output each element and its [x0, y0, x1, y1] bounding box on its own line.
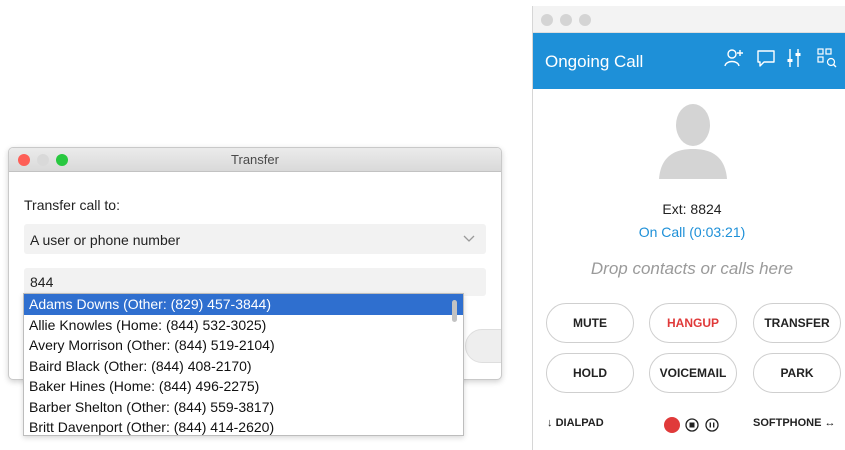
transfer-titlebar: Transfer	[9, 148, 501, 172]
transfer-button[interactable]: TRANSFER	[753, 303, 841, 343]
suggestion-item[interactable]: Baird Black (Other: (844) 408-2170)	[24, 356, 463, 377]
dialpad-toggle[interactable]: ↓ DIALPAD	[547, 417, 604, 429]
record-icon	[664, 417, 680, 433]
transfer-prompt: Transfer call to:	[24, 197, 120, 213]
suggestion-item[interactable]: Adams Downs (Other: (829) 457-3844)	[24, 294, 463, 315]
suggestion-item[interactable]: Avery Morrison (Other: (844) 519-2104)	[24, 335, 463, 356]
transfer-title: Transfer	[231, 152, 279, 167]
transfer-target-select[interactable]: A user or phone number	[24, 224, 486, 254]
call-status: On Call (0:03:21)	[638, 224, 746, 240]
suggestion-scrollbar[interactable]	[452, 300, 457, 322]
recording-controls	[664, 417, 719, 433]
pause-icon	[705, 418, 719, 432]
chat-icon[interactable]	[755, 47, 777, 69]
arrow-down-icon: ↓	[547, 417, 553, 429]
minimize-window-button[interactable]	[560, 14, 572, 26]
softphone-toggle[interactable]: SOFTPHONE ↔	[753, 417, 836, 429]
suggestion-item[interactable]: Baker Hines (Home: (844) 496-2275)	[24, 376, 463, 397]
drop-zone-hint[interactable]: Drop contacts or calls here	[533, 259, 845, 279]
close-window-button[interactable]	[541, 14, 553, 26]
call-header: Ongoing Call	[533, 33, 845, 89]
hold-button[interactable]: HOLD	[546, 353, 634, 393]
add-contact-icon[interactable]	[723, 47, 745, 69]
call-panel: Ongoing Call Ext: 8824 On Call (0:03:21)…	[532, 6, 845, 450]
mixer-icon[interactable]	[786, 47, 802, 69]
park-button[interactable]: PARK	[753, 353, 841, 393]
dialpad-label: DIALPAD	[555, 417, 604, 429]
suggestion-item[interactable]: Britt Davenport (Other: (844) 414-2620)	[24, 417, 463, 435]
softphone-label: SOFTPHONE	[753, 417, 822, 429]
swap-arrows-icon: ↔	[824, 417, 836, 429]
call-extension: Ext: 8824	[662, 201, 722, 217]
chevron-down-icon	[463, 235, 475, 242]
suggestion-item[interactable]: Allie Knowles (Home: (844) 532-3025)	[24, 315, 463, 336]
hangup-button[interactable]: HANGUP	[649, 303, 737, 343]
avatar	[659, 104, 727, 179]
call-title: Ongoing Call	[545, 52, 644, 71]
suggestion-item[interactable]: Barber Shelton (Other: (844) 559-3817)	[24, 397, 463, 418]
transfer-target-value: A user or phone number	[30, 232, 181, 248]
mute-button[interactable]: MUTE	[546, 303, 634, 343]
transfer-search-input[interactable]	[24, 268, 486, 296]
suggestion-list: Adams Downs (Other: (829) 457-3844) Alli…	[23, 293, 464, 436]
call-window-chrome	[533, 6, 845, 33]
zoom-window-button[interactable]	[579, 14, 591, 26]
grid-icon[interactable]	[816, 47, 838, 69]
voicemail-button[interactable]: VOICEMAIL	[649, 353, 737, 393]
transfer-confirm-button[interactable]	[465, 329, 501, 363]
